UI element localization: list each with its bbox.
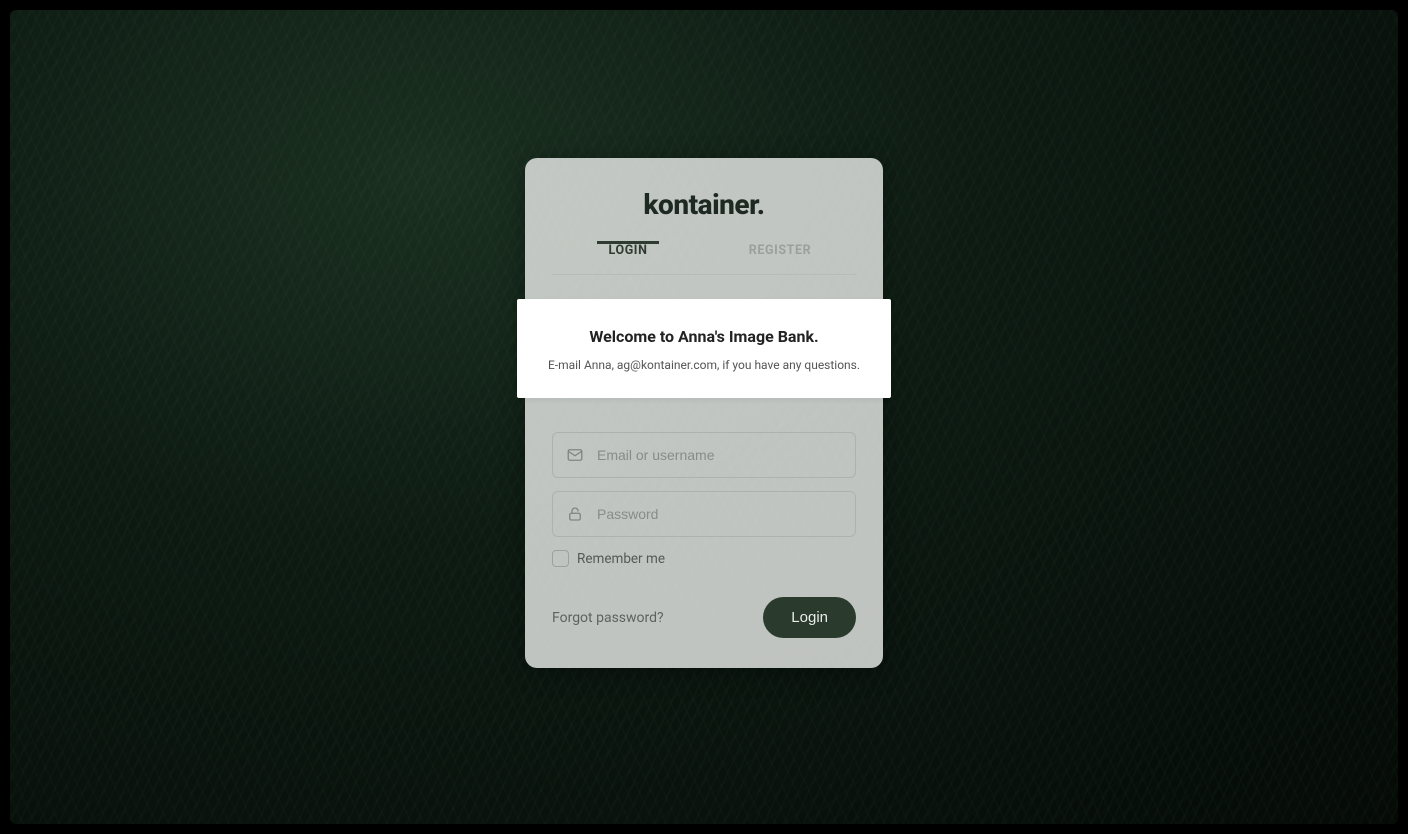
- tab-active-indicator: [597, 241, 659, 244]
- email-input[interactable]: [552, 432, 856, 478]
- login-form: Remember me Forgot password? Login: [525, 398, 883, 638]
- welcome-subtitle: E-mail Anna, ag@kontainer.com, if you ha…: [537, 358, 871, 372]
- forgot-password-link[interactable]: Forgot password?: [552, 610, 664, 626]
- tab-login[interactable]: LOGIN: [552, 243, 704, 274]
- password-field-wrap: [552, 491, 856, 537]
- email-field-wrap: [552, 432, 856, 478]
- remember-checkbox[interactable]: [552, 550, 569, 567]
- welcome-title: Welcome to Anna's Image Bank.: [537, 327, 871, 346]
- remember-label: Remember me: [577, 551, 665, 567]
- form-footer: Forgot password? Login: [552, 597, 856, 638]
- app-logo: kontainer: [525, 158, 883, 243]
- auth-tabs: LOGIN REGISTER: [552, 243, 856, 275]
- logo-text: kontainer: [643, 188, 764, 221]
- login-button[interactable]: Login: [763, 597, 856, 638]
- remember-row: Remember me: [552, 550, 856, 567]
- mail-icon: [566, 446, 584, 464]
- tab-register-label: REGISTER: [749, 243, 812, 258]
- tab-login-label: LOGIN: [609, 243, 648, 258]
- login-card: kontainer LOGIN REGISTER Welcome to Anna…: [525, 158, 883, 668]
- lock-icon: [566, 505, 584, 523]
- password-input[interactable]: [552, 491, 856, 537]
- welcome-banner: Welcome to Anna's Image Bank. E-mail Ann…: [517, 299, 891, 398]
- tab-register[interactable]: REGISTER: [704, 243, 856, 274]
